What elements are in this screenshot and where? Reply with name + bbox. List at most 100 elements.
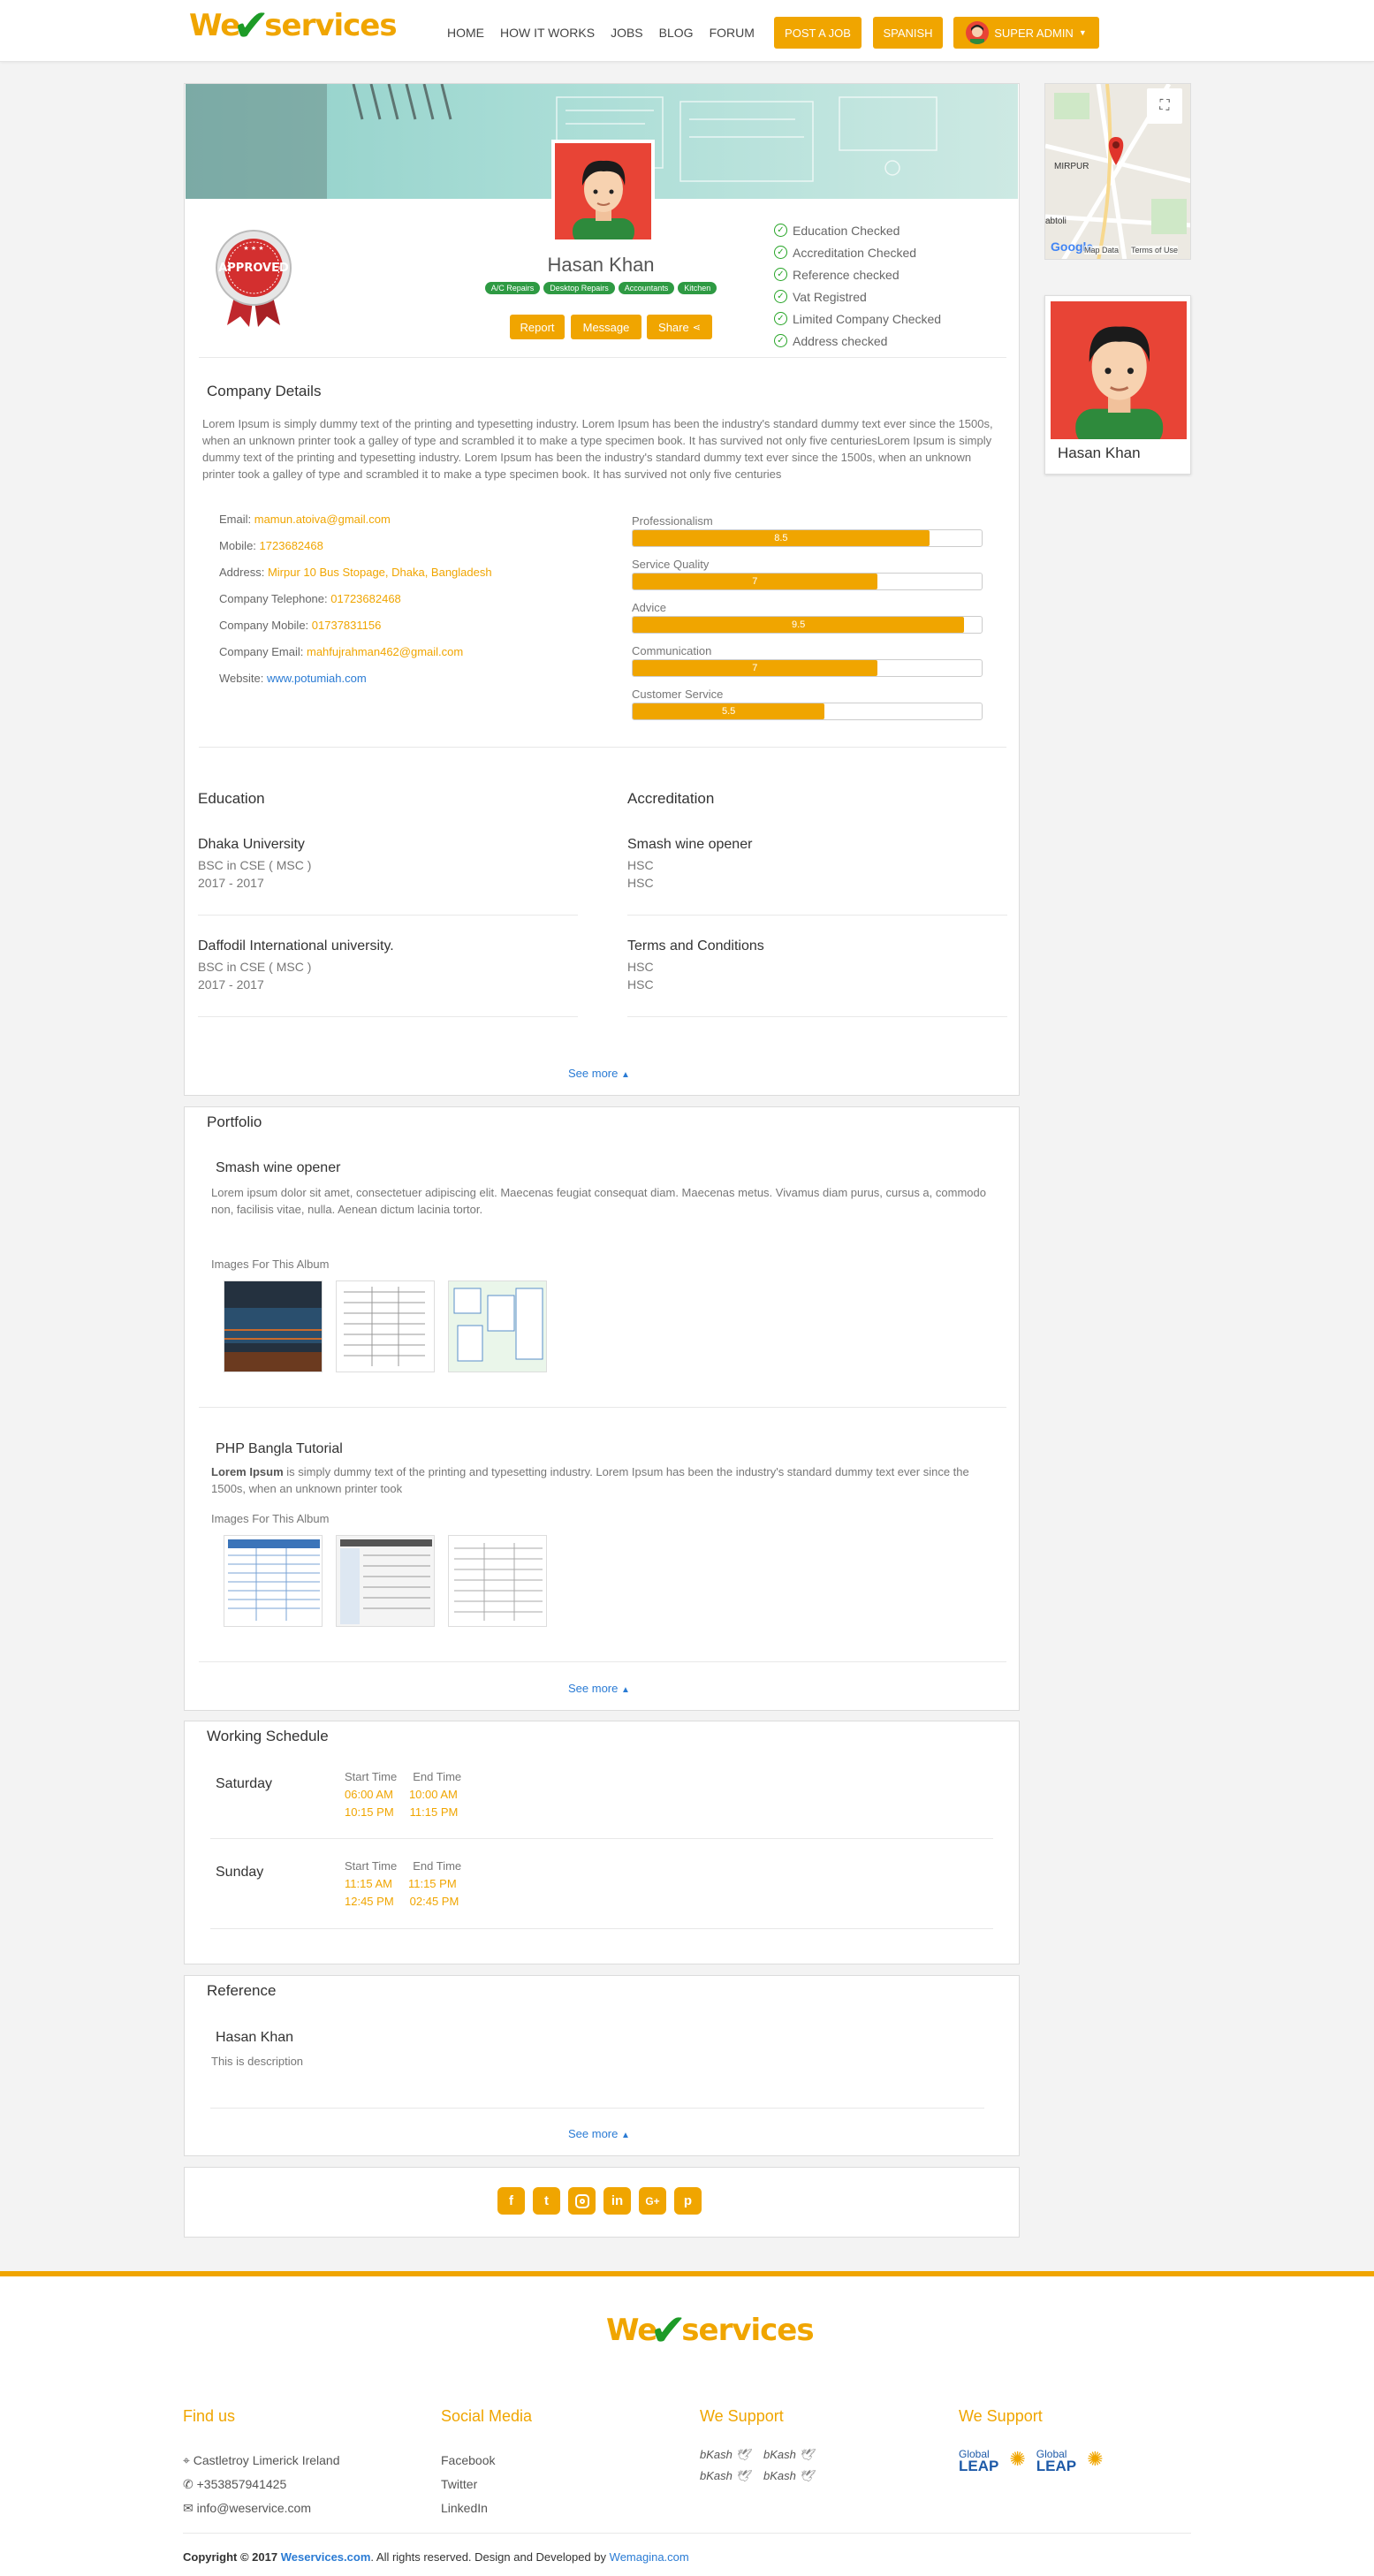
album-thumbnail[interactable] — [336, 1535, 435, 1627]
bkash-logo[interactable]: bKash 🕊 — [700, 2469, 763, 2483]
rating-fill: 8.5 — [633, 530, 930, 546]
language-button[interactable]: SPANISH — [873, 17, 943, 49]
accreditation-title: Accreditation — [627, 790, 715, 807]
album-thumbnail[interactable] — [224, 1535, 323, 1627]
nav-how-it-works[interactable]: HOW IT WORKS — [500, 26, 595, 40]
check-circle-icon: ✓ — [774, 312, 787, 325]
skill-tag[interactable]: Desktop Repairs — [543, 282, 615, 294]
bkash-logo[interactable]: bKash 🕊 — [700, 2448, 763, 2462]
skill-tag[interactable]: Accountants — [618, 282, 675, 294]
developer-link[interactable]: Wemagina.com — [610, 2550, 689, 2564]
footer-link-twitter[interactable]: Twitter — [441, 2477, 532, 2501]
skill-tag[interactable]: Kitchen — [678, 282, 717, 294]
rating-bar: 9.5 — [632, 616, 983, 634]
footer-support-bkash: We Support bKash 🕊 bKash 🕊 bKash 🕊 bKash… — [700, 2407, 827, 2483]
message-button[interactable]: Message — [571, 315, 641, 339]
skill-tag[interactable]: A/C Repairs — [484, 282, 541, 294]
check-circle-icon: ✓ — [774, 290, 787, 303]
report-button[interactable]: Report — [510, 315, 565, 339]
website-link[interactable]: www.potumiah.com — [267, 672, 367, 685]
share-icon: ⋖ — [692, 322, 701, 333]
google-plus-icon[interactable]: G+ — [639, 2187, 666, 2215]
album-thumbnail[interactable] — [448, 1535, 547, 1627]
portfolio-item-title: PHP Bangla Tutorial — [216, 1441, 343, 1456]
contact-company-mobile: Company Mobile: 01737831156 — [219, 619, 382, 632]
address-link[interactable]: Mirpur 10 Bus Stopage, Dhaka, Bangladesh — [268, 566, 492, 579]
global-leap-logo[interactable]: Global LEAP — [1036, 2448, 1076, 2473]
check-circle-icon: ✓ — [774, 224, 787, 237]
twitter-icon[interactable]: t — [533, 2187, 560, 2215]
nav-jobs[interactable]: JOBS — [611, 26, 643, 40]
see-more-link[interactable]: See more ▲ — [568, 2127, 630, 2140]
company-email-link[interactable]: mahfujrahman462@gmail.com — [307, 645, 463, 658]
rating-item: Communication 7 — [632, 644, 983, 688]
site-link[interactable]: Weservices.com — [281, 2550, 371, 2564]
company-mobile-link[interactable]: 01737831156 — [312, 619, 382, 632]
footer-link-facebook[interactable]: Facebook — [441, 2453, 532, 2477]
education-item: Dhaka University BSC in CSE ( MSC ) 2017… — [198, 837, 578, 916]
verification-item: ✓ Limited Company Checked — [774, 308, 1004, 330]
company-contact-list: Email: mamun.atoiva@gmail.com Mobile: 17… — [219, 513, 608, 698]
portfolio-item-desc: Lorem ipsum dolor sit amet, consectetuer… — [211, 1186, 986, 1216]
social-icons: f t in G+ p — [497, 2187, 702, 2215]
telephone-link[interactable]: 01723682468 — [330, 592, 401, 605]
copyright: Copyright © 2017 Weservices.com. All rig… — [183, 2550, 689, 2564]
check-circle-icon: ✓ — [774, 334, 787, 347]
linkedin-icon[interactable]: in — [603, 2187, 631, 2215]
terms-link[interactable]: Terms of Use — [1131, 246, 1179, 255]
album-thumbnail[interactable] — [336, 1280, 435, 1372]
see-more-link[interactable]: See more ▲ — [568, 1067, 630, 1080]
contact-email: Email: mamun.atoiva@gmail.com — [219, 513, 391, 526]
ratings-list: Professionalism 8.5 Service Quality 7 Advi… — [632, 514, 983, 731]
album-label: Images For This Album — [211, 1258, 330, 1271]
skill-tags: A/C Repairs Desktop Repairs Accountants … — [477, 282, 725, 294]
rating-fill: 9.5 — [633, 617, 965, 633]
map-data-link[interactable]: Map Data — [1084, 246, 1120, 255]
facebook-icon[interactable]: f — [497, 2187, 525, 2215]
rating-bar: 7 — [632, 659, 983, 677]
pinterest-icon[interactable]: p — [674, 2187, 702, 2215]
nav-home[interactable]: HOME — [447, 26, 484, 40]
global-leap-logo[interactable]: Global LEAP — [959, 2448, 998, 2473]
fullscreen-icon[interactable]: ⛶ — [1147, 88, 1182, 124]
album-thumbnail[interactable] — [448, 1280, 547, 1372]
footer-logo[interactable]: We ✔ services — [606, 2308, 815, 2352]
bkash-logo[interactable]: bKash 🕊 — [763, 2469, 827, 2483]
instagram-icon[interactable] — [568, 2187, 596, 2215]
site-logo[interactable]: We ✔ services — [189, 4, 398, 48]
email-link[interactable]: mamun.atoiva@gmail.com — [254, 513, 391, 526]
mobile-link[interactable]: 1723682468 — [260, 539, 323, 552]
album-label: Images For This Album — [211, 1512, 330, 1525]
nav-forum[interactable]: FORUM — [710, 26, 755, 40]
nav-blog[interactable]: BLOG — [659, 26, 694, 40]
reference-title: Reference — [207, 1982, 277, 1999]
location-map[interactable]: MIRPUR abtoli ⛶ Google Map Data Terms of… — [1044, 83, 1191, 260]
contact-mobile: Mobile: 1723682468 — [219, 539, 323, 552]
footer: We ✔ services Find us ⌖ Castletroy Limeric… — [0, 2271, 1374, 2576]
share-button[interactable]: Share ⋖ — [647, 315, 712, 339]
schedule-times: Start Time End Time 06:00 AM 10:00 AM 10:1… — [345, 1770, 462, 1819]
reference-desc: This is description — [211, 2055, 304, 2068]
post-job-button[interactable]: POST A JOB — [774, 17, 862, 49]
contact-website: Website: www.potumiah.com — [219, 672, 367, 685]
profile-name: Hasan Khan — [547, 254, 655, 276]
sidebar-profile-card[interactable]: Hasan Khan — [1044, 295, 1191, 475]
album-thumbnail[interactable] — [224, 1280, 323, 1372]
bkash-logo[interactable]: bKash 🕊 — [763, 2448, 827, 2462]
rating-fill: 5.5 — [633, 703, 825, 719]
svg-text:★ ★ ★: ★ ★ ★ — [243, 245, 263, 252]
chevron-up-icon: ▲ — [621, 1070, 630, 1080]
schedule-title: Working Schedule — [207, 1728, 329, 1744]
rating-item: Service Quality 7 — [632, 558, 983, 601]
rating-item: Professionalism 8.5 — [632, 514, 983, 558]
schedule-times: Start Time End Time 11:15 AM 11:15 PM 12:4… — [345, 1859, 462, 1908]
map-marker-icon: ⌖ — [183, 2453, 190, 2467]
user-name: SUPER ADMIN — [994, 26, 1074, 40]
user-menu-button[interactable]: SUPER ADMIN ▼ — [953, 17, 1099, 49]
contact-company-telephone: Company Telephone: 01723682468 — [219, 592, 401, 605]
rating-item: Advice 9.5 — [632, 601, 983, 644]
sun-icon: ✺ — [1009, 2448, 1026, 2470]
footer-link-linkedin[interactable]: LinkedIn — [441, 2501, 532, 2525]
see-more-link[interactable]: See more ▲ — [568, 1682, 630, 1695]
sidebar-name: Hasan Khan — [1058, 445, 1141, 461]
